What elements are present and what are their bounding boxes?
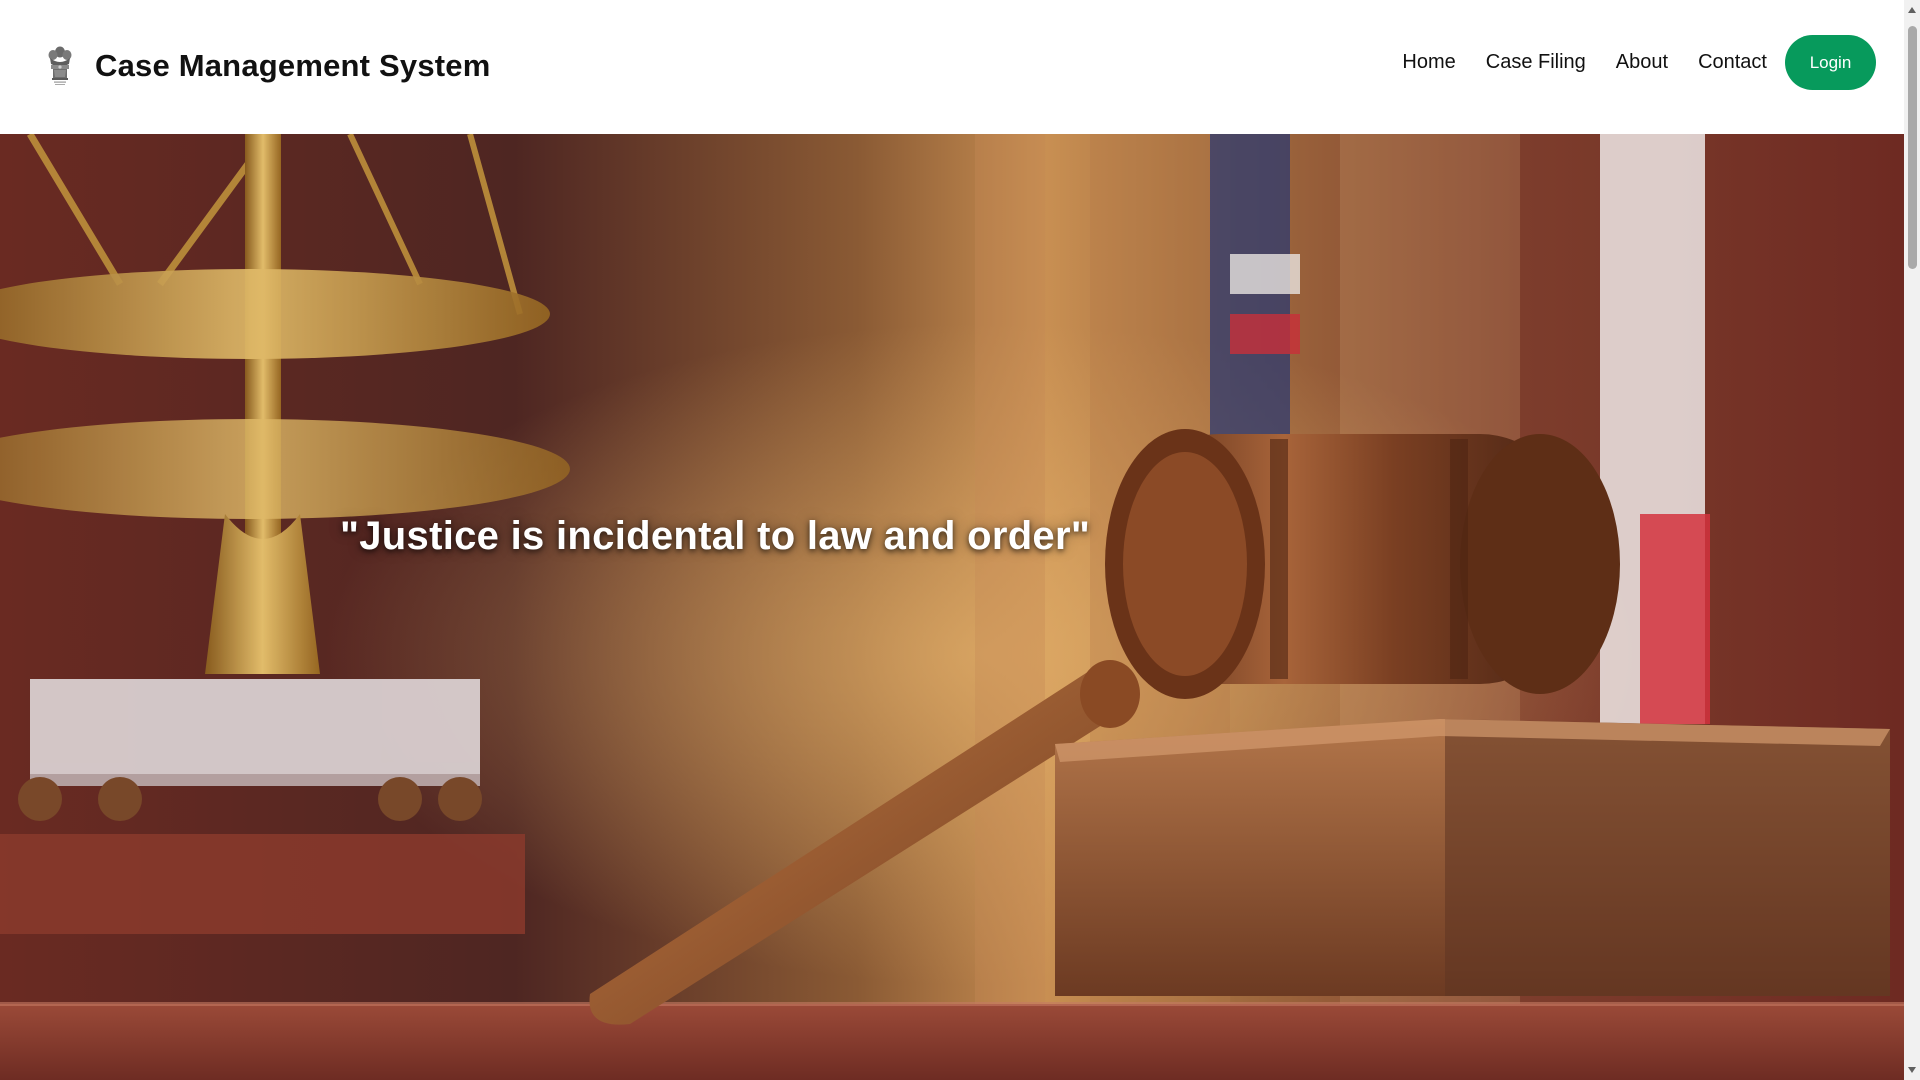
page: Case Management System Home Case Filing … (0, 0, 1920, 1080)
national-emblem-icon (48, 46, 72, 85)
site-title: Case Management System (95, 48, 491, 83)
hero-quote: "Justice is incidental to law and order" (340, 514, 1091, 558)
main-nav: Home Case Filing About Contact Login (1402, 35, 1876, 90)
hero-banner: "Justice is incidental to law and order" (0, 134, 1904, 1080)
courtroom-background-image (0, 134, 1904, 1080)
nav-about-link[interactable]: About (1616, 51, 1668, 74)
nav-case-filing-link[interactable]: Case Filing (1486, 51, 1586, 74)
site-header: Case Management System Home Case Filing … (0, 0, 1904, 134)
page-scrollbar[interactable] (1904, 0, 1920, 1080)
scrollbar-thumb[interactable] (1908, 26, 1917, 269)
scroll-up-arrow-icon[interactable] (1904, 2, 1920, 18)
nav-contact-link[interactable]: Contact (1698, 51, 1767, 74)
scroll-down-arrow-icon[interactable] (1904, 1062, 1920, 1078)
nav-home-link[interactable]: Home (1402, 51, 1455, 74)
brand[interactable]: Case Management System (44, 44, 491, 88)
login-button[interactable]: Login (1785, 35, 1876, 90)
